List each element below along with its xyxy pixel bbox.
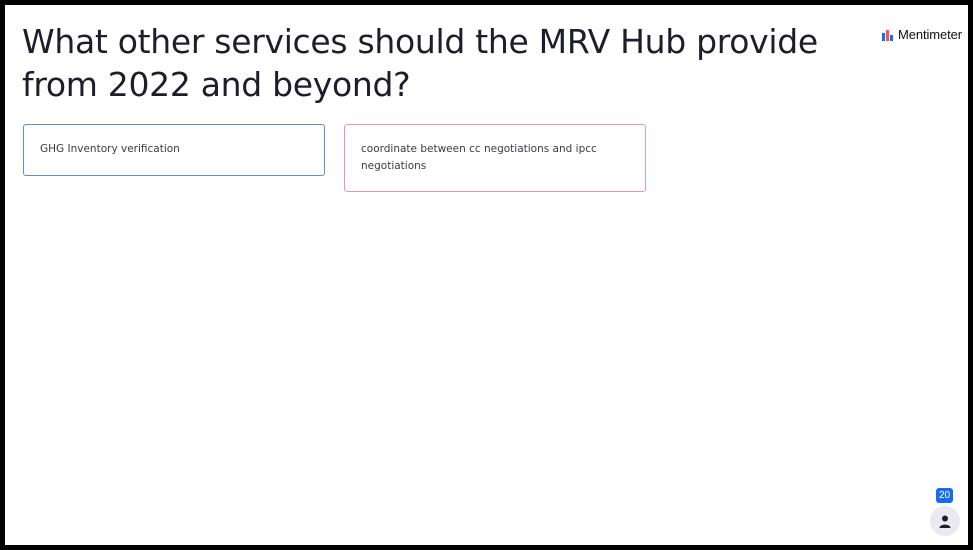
person-icon	[939, 515, 951, 528]
participant-avatar[interactable]	[930, 506, 960, 536]
response-card: coordinate between cc negotiations and i…	[344, 124, 646, 192]
response-card: GHG Inventory verification	[23, 124, 325, 176]
response-text: GHG Inventory verification	[40, 143, 180, 155]
mentimeter-logo: Mentimeter	[881, 27, 962, 42]
participant-counter[interactable]: 20	[930, 488, 960, 536]
brand-name: Mentimeter	[897, 27, 962, 42]
presentation-slide: What other services should the MRV Hub p…	[5, 5, 968, 545]
response-text: coordinate between cc negotiations and i…	[361, 143, 597, 172]
participant-count-badge: 20	[936, 488, 953, 503]
mentimeter-logo-icon	[881, 29, 893, 41]
question-title: What other services should the MRV Hub p…	[22, 22, 818, 104]
